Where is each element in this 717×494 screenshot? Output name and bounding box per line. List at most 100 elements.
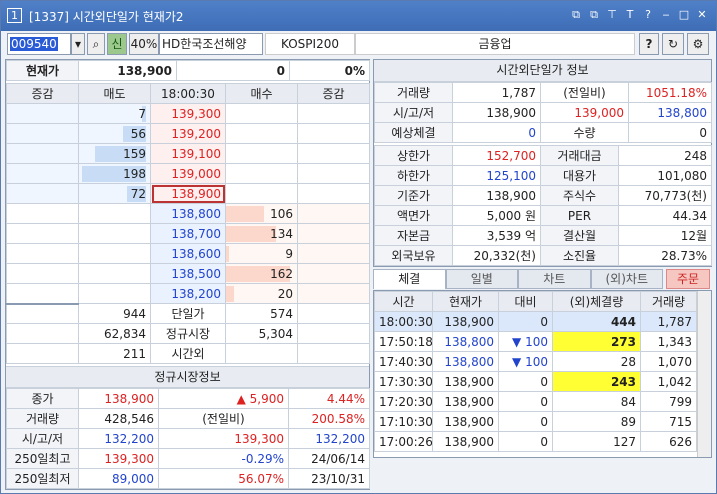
bid-price: 138,700 [150,223,226,244]
market-index: KOSPI200 [265,33,355,55]
trade-volume: 626 [640,431,697,452]
info-title: 시간외단일가 정보 [374,60,711,82]
tab-3[interactable]: (외)차트 [590,269,663,289]
change-rate: 0% [289,60,370,81]
high-price: 139,000 [540,102,629,123]
trade-qty: 89 [552,411,641,432]
current-price: 138,900 [78,60,177,81]
trade-diff: ▼ 100 [498,351,553,372]
tab-0[interactable]: 체결 [373,269,446,289]
bid-change-header: 증감 [297,83,370,104]
regular-value-b: -0.29% [158,448,289,469]
pin-icon[interactable]: ⊤ [606,7,618,23]
ask-qty-cell: 72 [78,183,151,204]
trade-price: 138,900 [432,311,499,332]
volume-label: 거래량 [374,82,453,103]
regular-row: 250일최고 139,300 -0.29% 24/06/14 [6,448,370,469]
new-badge: 신 [107,33,127,55]
info-label: 액면가 [374,205,453,226]
ask-qty-cell: 198 [78,163,151,184]
trade-row: 17:00:26 138,900 0 127 626 [374,431,697,452]
copy-icon[interactable]: ⧉ [588,7,600,23]
book-total-row: 944 단일가 574 [6,302,370,324]
trade-time: 17:10:30 [374,411,433,432]
ask-price: 139,000 [150,163,226,184]
ask-row: 72 138,900 [6,183,370,204]
trade-price: 138,900 [432,411,499,432]
ask-qty-cell: 159 [78,143,151,164]
trade-time: 17:40:30 [374,351,433,372]
ask-row: 56 139,200 [6,123,370,144]
open-price: 138,900 [452,102,541,123]
trades-col-header: 거래량 [640,291,697,312]
info-label: 주식수 [540,185,619,206]
gear-icon[interactable]: ⚙ [687,33,709,55]
trade-row: 17:10:30 138,900 0 89 715 [374,411,697,432]
regular-label: 250일최저 [6,468,79,489]
info-grid-row: 자본금 3,539 억 결산월 12월 [374,225,712,246]
info-value: 152,700 [452,145,541,166]
trade-diff: 0 [498,411,553,432]
trade-qty: 127 [552,431,641,452]
chevron-down-icon[interactable]: ▾ [71,33,85,55]
maximize-button[interactable]: □ [678,7,690,23]
ask-price: 138,900 [150,183,226,204]
tab-2[interactable]: 차트 [518,269,591,289]
trade-diff: 0 [498,391,553,412]
order-book-panel: 현재가 138,900 0 0% 증감 매도 18:00:30 매수 증감 7 139,300 5… [5,59,370,490]
regular-value-c: 23/10/31 [288,468,370,489]
stock-info-grid: 상한가 152,700 거래대금 248 하한가 125,100 대용가 101,080 기준가… [374,145,712,266]
info-value: 70,773(천) [618,185,712,206]
sector-name: 금융업 [355,33,635,55]
trade-row: 17:20:30 138,900 0 84 799 [374,391,697,412]
refresh-icon[interactable]: ↻ [662,33,684,55]
bid-row: 138,800 106 [6,203,370,224]
info-value: 12월 [618,225,712,246]
minimize-button[interactable]: ‒ [660,7,672,23]
font-icon[interactable]: T [624,7,636,23]
search-icon[interactable]: ⌕ [87,33,105,55]
bid-qty-cell: 134 [225,223,298,244]
ask-total: 211 [78,343,151,364]
link-icon[interactable]: ⧉ [570,7,582,23]
ask-row: 159 139,100 [6,143,370,164]
trade-qty: 273 [552,331,641,352]
volume: 1,787 [452,82,541,103]
trade-diff: 0 [498,371,553,392]
bid-qty-cell: 106 [225,203,298,224]
tab-1[interactable]: 일별 [445,269,518,289]
order-button[interactable]: 주문 [666,269,710,289]
bid-price: 138,500 [150,263,226,284]
regular-value-b: (전일비) [158,408,289,429]
ask-header: 매도 [78,83,151,104]
stock-code-input[interactable]: 009540 [7,33,71,55]
title-bar[interactable]: 1 [1337] 시간외단일가 현재가2 ⧉ ⧉ ⊤ T ? ‒ □ ✕ [1,1,716,31]
ask-price: 139,200 [150,123,226,144]
help-button[interactable]: ? [639,33,659,55]
help-icon[interactable]: ? [642,7,654,23]
total-label: 시간외 [150,343,226,364]
margin-rate: 40% [129,33,159,55]
scrollbar[interactable] [697,291,711,457]
info-table: 거래량 1,787 (전일비) 1051.18% 시/고/저 138,900 139,00… [374,82,712,143]
close-button[interactable]: ✕ [696,7,708,23]
bid-total: 574 [225,303,298,324]
info-grid-row: 액면가 5,000 원 PER 44.34 [374,205,712,226]
book-time: 18:00:30 [150,83,226,104]
trade-time: 17:30:30 [374,371,433,392]
ask-qty-cell: 56 [78,123,151,144]
info-value: 28.73% [618,245,712,266]
ask-row: 7 139,300 [6,103,370,124]
trade-diff: 0 [498,431,553,452]
regular-row: 250일최저 89,000 56.07% 23/10/31 [6,468,370,489]
trade-row: 18:00:30 138,900 0 444 1,787 [374,311,697,332]
info-value: 101,080 [618,165,712,186]
bid-price: 138,600 [150,243,226,264]
trade-row: 17:30:30 138,900 0 243 1,042 [374,371,697,392]
bid-qty: 106 [270,206,293,221]
ohl-label: 시/고/저 [374,102,453,123]
book-total-row: 62,834 정규시장 5,304 [6,323,370,344]
trade-price: 138,800 [432,351,499,372]
regular-value-b: 56.07% [158,468,289,489]
trade-diff: ▼ 100 [498,331,553,352]
